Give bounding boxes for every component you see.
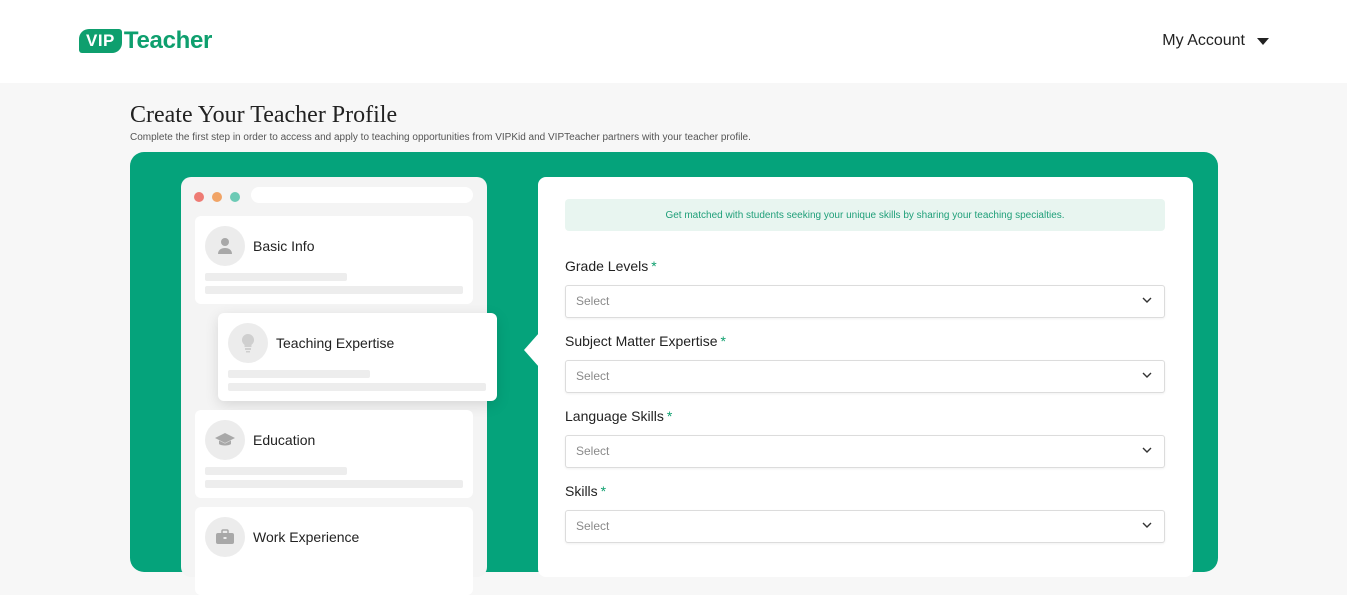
logo-badge: VIP [79,29,122,53]
field-label-text: Language Skills [565,408,664,424]
my-account-menu[interactable]: My Account [1162,31,1269,51]
select-placeholder: Select [576,369,610,383]
window-dot-orange [212,192,222,202]
window-dots [194,192,240,202]
top-navigation-bar: VIP Teacher My Account [0,0,1347,83]
my-account-label: My Account [1162,32,1245,49]
logo-text: Teacher [123,27,213,54]
step-label: Education [253,432,316,448]
select-placeholder: Select [576,444,610,458]
skeleton-line [228,370,370,378]
chevron-down-icon [1142,447,1152,453]
language-skills-label: Language Skills * [565,408,672,424]
skills-label: Skills * [565,483,606,499]
step-basic-info[interactable]: Basic Info [195,216,473,304]
skeleton-line [205,273,347,281]
viptecher-logo[interactable]: VIP Teacher [79,27,213,54]
language-skills-select[interactable]: Select [565,435,1165,468]
field-label-text: Grade Levels [565,258,649,274]
grade-levels-select[interactable]: Select [565,285,1165,318]
required-mark: * [666,408,673,424]
select-placeholder: Select [576,519,610,533]
page-subtitle: Complete the first step in order to acce… [130,132,751,143]
skeleton-line [205,467,347,475]
required-mark: * [651,258,657,274]
chevron-down-icon [1142,372,1152,378]
field-label-text: Skills [565,483,598,499]
skills-select[interactable]: Select [565,510,1165,543]
required-mark: * [600,483,607,499]
step-label: Work Experience [253,529,360,545]
briefcase-icon [205,517,245,557]
step-teaching-expertise[interactable]: Teaching Expertise [218,313,497,401]
skeleton-line [205,286,463,294]
window-dot-teal [230,192,240,202]
skeleton-line [228,383,486,391]
step-work-experience[interactable]: Work Experience [195,507,473,595]
required-mark: * [720,333,726,349]
graduation-cap-icon [205,420,245,460]
lightbulb-icon [228,323,268,363]
info-banner: Get matched with students seeking your u… [565,199,1165,231]
select-placeholder: Select [576,294,610,308]
skeleton-line [205,480,463,488]
caret-down-icon [1257,37,1269,45]
step-label: Teaching Expertise [276,335,395,351]
grade-levels-label: Grade Levels * [565,258,657,274]
page-title: Create Your Teacher Profile [130,102,398,128]
person-icon [205,226,245,266]
step-education[interactable]: Education [195,410,473,498]
window-address-bar [251,187,473,203]
teaching-expertise-form: Get matched with students seeking your u… [538,177,1193,577]
chevron-down-icon [1142,522,1152,528]
step-label: Basic Info [253,238,315,254]
active-step-pointer [524,333,539,367]
field-label-text: Subject Matter Expertise [565,333,718,349]
chevron-down-icon [1142,297,1152,303]
subject-matter-select[interactable]: Select [565,360,1165,393]
subject-matter-label: Subject Matter Expertise * [565,333,726,349]
window-dot-red [194,192,204,202]
